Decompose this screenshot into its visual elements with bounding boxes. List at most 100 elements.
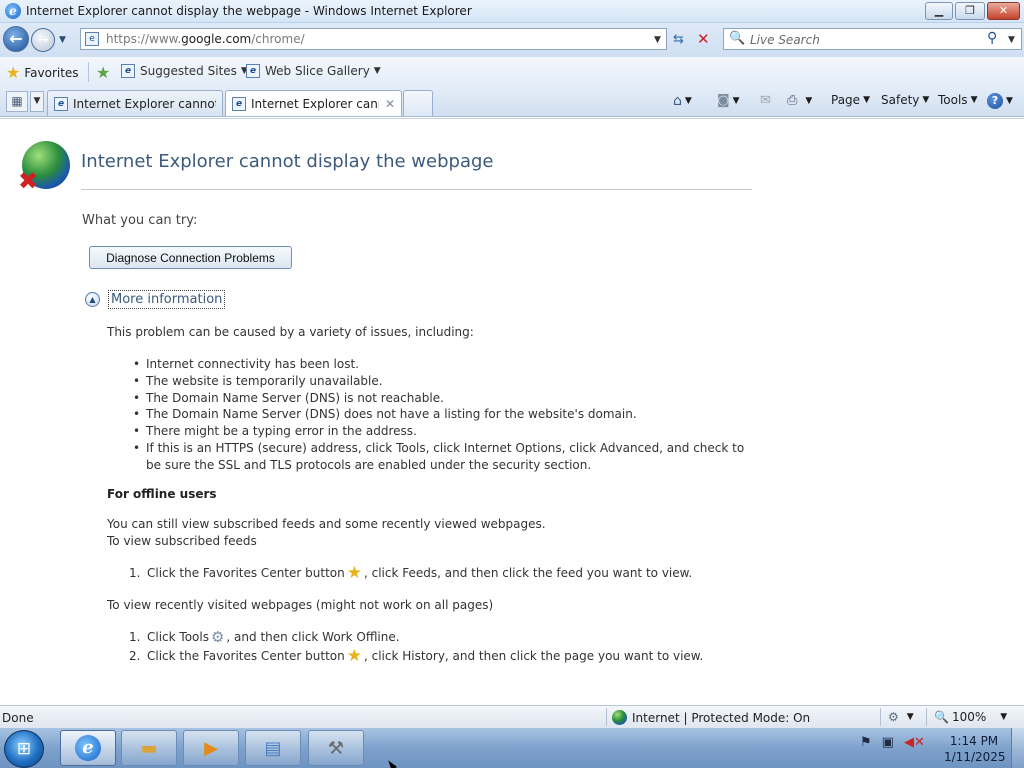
ie-logo-icon: e: [75, 735, 101, 761]
star-icon: ★: [6, 63, 21, 82]
suggested-sites-link[interactable]: e Suggested Sites ▼: [121, 64, 248, 78]
ie-logo-icon: e: [5, 3, 21, 19]
error-x-icon: ✖: [18, 167, 39, 195]
chevron-down-icon: ▼: [1000, 712, 1008, 722]
chevron-down-icon: ▼: [906, 712, 914, 722]
gear-icon: ⚙: [888, 710, 899, 724]
offline-heading: For offline users: [107, 487, 217, 501]
search-options-dropdown[interactable]: ▼: [1008, 35, 1015, 45]
minimize-button[interactable]: ▁: [925, 2, 953, 20]
address-dropdown-icon[interactable]: ▼: [654, 35, 661, 45]
tab-inactive[interactable]: e Internet Explorer cannot di...: [47, 90, 223, 116]
feeds-button[interactable]: ◙ ▼: [717, 93, 740, 108]
back-button[interactable]: ←: [3, 26, 29, 52]
collapse-arrow-icon[interactable]: ▲: [85, 292, 100, 307]
print-button[interactable]: ⎙ ▼: [787, 93, 812, 108]
action-center-flag-icon[interactable]: ⚑: [860, 735, 872, 750]
list-item: 1. Click Tools ⚙ , and then click Work O…: [129, 628, 400, 646]
star-icon: ★: [346, 563, 362, 583]
control-panel-icon: ▤: [264, 737, 282, 759]
close-tab-icon[interactable]: ✕: [385, 97, 395, 111]
ie-page-icon: e: [232, 96, 246, 111]
read-mail-icon[interactable]: ✉: [760, 93, 771, 108]
divider: [880, 708, 881, 726]
ie-page-icon: e: [54, 96, 68, 111]
maximize-button[interactable]: ❐: [955, 2, 985, 20]
media-player-icon: ▶: [204, 737, 218, 759]
recent-pages-dropdown[interactable]: ▼: [59, 35, 66, 45]
chevron-down-icon: ▼: [922, 95, 930, 105]
zoom-button[interactable]: 🔍 100% ▼: [934, 710, 1007, 724]
problem-intro: This problem can be caused by a variety …: [107, 325, 474, 339]
try-label: What you can try:: [82, 213, 198, 228]
tools-icon: ⚒: [327, 737, 345, 759]
divider: [606, 708, 607, 726]
chevron-down-icon: ▼: [373, 66, 381, 76]
search-box[interactable]: 🔍 Live Search ⚲ ▼: [723, 28, 1022, 50]
status-text: Done: [2, 711, 34, 725]
tab-list-dropdown[interactable]: ▼: [30, 91, 44, 112]
popup-blocker-button[interactable]: ⚙ ▼: [888, 710, 914, 724]
add-to-favorites-bar-icon[interactable]: ★: [96, 63, 110, 82]
folder-icon: ▬: [140, 737, 158, 759]
rss-feed-icon: ◙: [717, 93, 730, 108]
favorites-button[interactable]: ★ Favorites: [6, 63, 79, 82]
title-bar: e Internet Explorer cannot display the w…: [0, 0, 1024, 23]
taskbar-internet-explorer[interactable]: e: [60, 730, 116, 766]
list-item: The Domain Name Server (DNS) does not ha…: [133, 406, 753, 423]
start-button[interactable]: ⊞: [4, 730, 44, 768]
search-placeholder[interactable]: Live Search: [750, 33, 820, 47]
volume-muted-icon[interactable]: ◀✕: [904, 735, 925, 750]
quick-tabs-icon[interactable]: ▦: [6, 91, 28, 112]
taskbar-explorer[interactable]: ▬: [121, 730, 177, 766]
help-icon: ?: [987, 93, 1003, 109]
page-title: Internet Explorer cannot display the web…: [81, 151, 494, 172]
zoom-icon: 🔍: [934, 710, 949, 724]
taskbar-tools[interactable]: ⚒: [308, 730, 364, 766]
new-tab-button[interactable]: [403, 90, 433, 116]
network-icon[interactable]: ▣: [882, 735, 894, 750]
chevron-down-icon: ▼: [1006, 96, 1013, 106]
recent-intro: To view recently visited webpages (might…: [107, 598, 494, 612]
taskbar: ⊞ e ▬ ▶ ▤ ⚒ ⚑ ▣ ◀✕ 1:14 PM 1/11/2025: [0, 728, 1024, 768]
web-slice-gallery-link[interactable]: e Web Slice Gallery ▼: [246, 64, 381, 78]
home-icon: ⌂: [673, 93, 682, 109]
page-menu[interactable]: Page ▼: [831, 93, 870, 107]
list-item: The website is temporarily unavailable.: [133, 373, 753, 390]
list-item: There might be a typing error in the add…: [133, 423, 753, 440]
more-information-link[interactable]: More information: [108, 290, 226, 309]
printer-icon: ⎙: [787, 93, 798, 108]
list-item: Internet connectivity has been lost.: [133, 356, 753, 373]
recent-steps: 1. Click Tools ⚙ , and then click Work O…: [129, 628, 703, 666]
forward-button[interactable]: →: [31, 28, 55, 52]
url-text[interactable]: https://www.google.com/chrome/: [106, 32, 305, 46]
address-toolbar: ← → ▼ e https://www.google.com/chrome/ ▼…: [0, 23, 1024, 57]
clock[interactable]: 1:14 PM 1/11/2025: [944, 733, 1006, 765]
globe-icon: [612, 710, 627, 725]
search-icon[interactable]: ⚲: [987, 30, 997, 46]
list-item: 1. Click the Favorites Center button ★ ,…: [129, 563, 693, 583]
diagnose-connection-button[interactable]: Diagnose Connection Problems: [89, 246, 292, 269]
tools-menu[interactable]: Tools ▼: [938, 93, 977, 107]
feeds-steps: 1. Click the Favorites Center button ★ ,…: [129, 564, 692, 583]
safety-menu[interactable]: Safety ▼: [881, 93, 929, 107]
taskbar-media-player[interactable]: ▶: [183, 730, 239, 766]
taskbar-control-panel[interactable]: ▤: [245, 730, 301, 766]
address-bar[interactable]: e https://www.google.com/chrome/: [80, 28, 667, 50]
page-icon: e: [121, 64, 135, 78]
close-button[interactable]: ✕: [987, 2, 1020, 20]
divider: [926, 708, 927, 726]
home-button[interactable]: ⌂ ▼: [673, 93, 692, 109]
chevron-down-icon: ▼: [863, 95, 870, 105]
system-tray: ⚑ ▣ ◀✕: [860, 735, 925, 750]
stop-icon[interactable]: ✕: [697, 30, 710, 48]
offline-text: You can still view subscribed feeds and …: [107, 517, 546, 531]
window-title: Internet Explorer cannot display the web…: [26, 4, 472, 18]
security-zone[interactable]: Internet | Protected Mode: On: [612, 710, 810, 725]
refresh-icon[interactable]: ⇆: [673, 32, 684, 47]
help-menu[interactable]: ? ▼: [987, 93, 1013, 109]
show-desktop-button[interactable]: [1011, 728, 1024, 768]
tab-active[interactable]: e Internet Explorer canno... ✕: [225, 90, 402, 116]
chevron-down-icon: ▼: [684, 96, 692, 106]
page-icon: e: [246, 64, 260, 78]
